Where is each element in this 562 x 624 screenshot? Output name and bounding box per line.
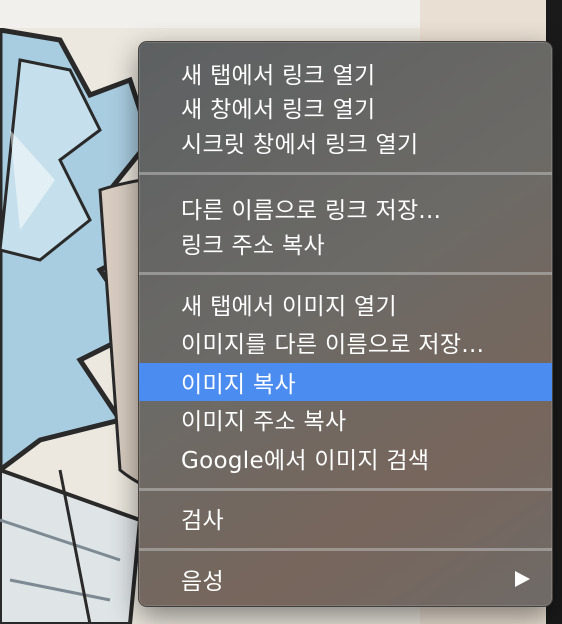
menu-item-open-image-new-tab[interactable]: 새 탭에서 이미지 열기 xyxy=(139,285,552,323)
screen: 새 탭에서 링크 열기 새 창에서 링크 열기 시크릿 창에서 링크 열기 다른… xyxy=(0,0,562,624)
menu-item-copy-image-address[interactable]: 이미지 주소 복사 xyxy=(139,400,552,438)
menu-item-inspect[interactable]: 검사 xyxy=(139,499,552,537)
menu-separator xyxy=(139,488,552,491)
menu-item-label: 새 탭에서 이미지 열기 xyxy=(181,294,397,320)
menu-item-open-link-incognito[interactable]: 시크릿 창에서 링크 열기 xyxy=(139,123,552,161)
menu-item-label: 이미지 주소 복사 xyxy=(181,409,347,435)
menu-item-save-link-as[interactable]: 다른 이름으로 링크 저장... xyxy=(139,189,552,227)
menu-item-label: 이미지 복사 xyxy=(181,372,296,398)
triangle-right-icon xyxy=(515,571,530,587)
menu-item-label: 다른 이름으로 링크 저장... xyxy=(181,198,442,224)
menu-item-label: 검사 xyxy=(181,508,224,534)
menu-separator xyxy=(139,548,552,551)
menu-separator xyxy=(139,172,552,175)
menu-item-label: 시크릿 창에서 링크 열기 xyxy=(181,132,419,158)
context-menu: 새 탭에서 링크 열기 새 창에서 링크 열기 시크릿 창에서 링크 열기 다른… xyxy=(138,41,553,607)
menu-item-open-link-new-tab[interactable]: 새 탭에서 링크 열기 xyxy=(139,54,552,92)
menu-item-speech[interactable]: 음성 xyxy=(139,560,552,598)
menu-item-search-image-google[interactable]: Google에서 이미지 검색 xyxy=(139,439,552,477)
menu-item-open-link-new-window[interactable]: 새 창에서 링크 열기 xyxy=(139,88,552,126)
menu-item-save-image-as[interactable]: 이미지를 다른 이름으로 저장... xyxy=(139,323,552,361)
menu-item-copy-link-address[interactable]: 링크 주소 복사 xyxy=(139,224,552,262)
menu-item-label: Google에서 이미지 검색 xyxy=(181,448,430,474)
menu-item-label: 이미지를 다른 이름으로 저장... xyxy=(181,332,485,358)
menu-separator xyxy=(139,272,552,275)
menu-item-label: 새 탭에서 링크 열기 xyxy=(181,63,376,89)
menu-item-label: 음성 xyxy=(181,569,224,595)
menu-item-label: 새 창에서 링크 열기 xyxy=(181,97,376,123)
menu-item-label: 링크 주소 복사 xyxy=(181,233,325,259)
menu-item-copy-image[interactable]: 이미지 복사 xyxy=(139,363,552,401)
